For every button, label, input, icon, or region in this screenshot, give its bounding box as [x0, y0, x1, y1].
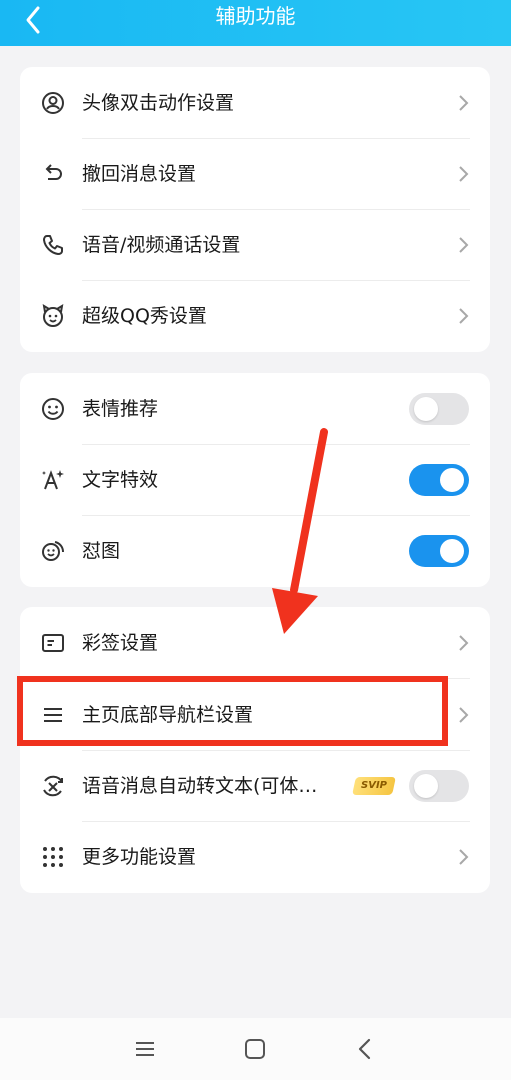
row-voice-to-text[interactable]: 语音消息自动转文本(可体… SVIP [20, 750, 490, 821]
svip-badge-text: SVIP [361, 780, 387, 791]
home-icon[interactable] [242, 1036, 268, 1062]
chevron-right-icon [459, 635, 469, 651]
row-label: 超级QQ秀设置 [82, 305, 207, 327]
phone-icon [40, 232, 66, 258]
row-call-settings[interactable]: 语音/视频通话设置 [20, 209, 490, 280]
undo-icon [40, 161, 66, 187]
row-label: 彩签设置 [82, 632, 159, 654]
grid-icon [40, 844, 66, 870]
page-title: 辅助功能 [215, 4, 296, 28]
row-label: 语音消息自动转文本(可体… [82, 775, 318, 797]
text-effects-toggle[interactable] [409, 464, 469, 496]
avatar-icon [40, 90, 66, 116]
chevron-right-icon [459, 849, 469, 865]
back-nav-icon[interactable] [352, 1036, 378, 1062]
highlight-box [17, 676, 448, 746]
text-effect-icon [40, 467, 66, 493]
tag-icon [40, 630, 66, 656]
qq-show-icon [40, 303, 66, 329]
row-label: 语音/视频通话设置 [82, 234, 241, 256]
row-label: 更多功能设置 [82, 846, 197, 868]
voice-to-text-toggle[interactable] [409, 770, 469, 802]
row-avatar-double-click[interactable]: 头像双击动作设置 [20, 67, 490, 138]
row-label: 头像双击动作设置 [82, 92, 235, 114]
settings-card-more: 彩签设置 主页底部导航栏设置 语音消息自动转文本(可体… SVIP 更多功能设置 [20, 607, 490, 893]
top-bar: 辅助功能 [0, 0, 511, 46]
settings-card-general: 头像双击动作设置 撤回消息设置 语音/视频通话设置 超级QQ秀设置 [20, 67, 490, 352]
sticker-icon [40, 538, 66, 564]
row-more-features[interactable]: 更多功能设置 [20, 821, 490, 892]
system-nav-bar [0, 1018, 511, 1080]
chevron-right-icon [459, 237, 469, 253]
toggle-knob [440, 539, 464, 563]
voice-text-icon [40, 773, 66, 799]
row-label: 撤回消息设置 [82, 163, 197, 185]
chevron-right-icon [459, 308, 469, 324]
row-recall-message[interactable]: 撤回消息设置 [20, 138, 490, 209]
recent-apps-icon[interactable] [132, 1036, 158, 1062]
toggle-knob [440, 468, 464, 492]
emoji-recommend-toggle[interactable] [409, 393, 469, 425]
smiley-icon [40, 396, 66, 422]
row-label: 怼图 [82, 540, 121, 562]
chevron-right-icon [459, 166, 469, 182]
toggle-knob [414, 774, 438, 798]
chevron-right-icon [459, 707, 469, 723]
annotation-arrow-icon [272, 428, 328, 634]
row-label: 文字特效 [82, 469, 159, 491]
toggle-knob [414, 397, 438, 421]
sticker-reply-toggle[interactable] [409, 535, 469, 567]
row-super-qq-show[interactable]: 超级QQ秀设置 [20, 280, 490, 351]
svip-badge: SVIP [352, 777, 396, 795]
row-label: 表情推荐 [82, 398, 159, 420]
chevron-right-icon [459, 95, 469, 111]
